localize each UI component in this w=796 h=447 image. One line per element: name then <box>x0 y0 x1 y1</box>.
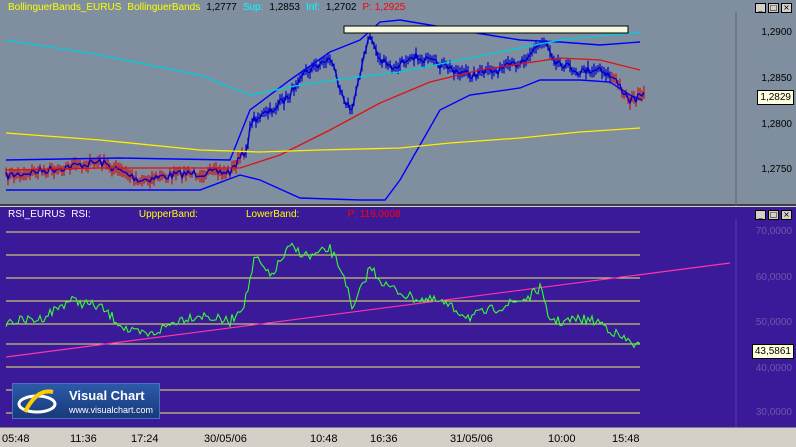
bollinger-upper-band <box>5 19 641 161</box>
rsi-y-tick: 40,0000 <box>755 363 792 374</box>
time-tick: 05:48 <box>2 433 30 445</box>
price-y-tick: 1,2800 <box>761 119 792 130</box>
price-y-axis: 1,2900 1,2850 1,2800 1,2750 1,2829 <box>736 0 796 204</box>
current-price-label: 1,2829 <box>757 90 794 105</box>
time-tick: 10:48 <box>310 433 338 445</box>
rsi-legend-item: UppperBand: <box>138 209 198 220</box>
rsi-legend-item: 30,0000 <box>305 209 342 220</box>
time-tick: 31/05/06 <box>450 433 493 445</box>
price-legend-item: 1,2702 <box>325 2 357 13</box>
time-tick: 10:00 <box>548 433 576 445</box>
high-range-marker <box>343 25 629 34</box>
time-tick: 16:36 <box>370 433 398 445</box>
rsi-legend-item: LowerBand: <box>245 209 300 220</box>
rsi-legend-item: RSI: <box>71 209 91 220</box>
time-tick: 15:48 <box>612 433 640 445</box>
current-rsi-label: 43,5861 <box>751 344 794 359</box>
price-series-line <box>5 34 645 184</box>
time-tick: 17:24 <box>131 433 159 445</box>
time-tick: 30/05/06 <box>204 433 247 445</box>
chart-window: BollinguerBands_EURUS BollinguerBands 1,27… <box>0 0 796 447</box>
rsi-y-tick: 30,0000 <box>755 407 792 418</box>
moving-average-yellow <box>5 127 641 153</box>
rsi-y-tick: 70,0000 <box>755 226 792 237</box>
rsi-legend-item: RSI_EURUS <box>8 209 66 220</box>
rsi-y-axis: 70,0000 60,0000 50,0000 40,0000 30,0000 … <box>736 207 796 427</box>
time-tick: 11:36 <box>70 433 97 445</box>
price-legend: BollinguerBands_EURUS BollinguerBands 1,27… <box>8 2 411 14</box>
price-pane[interactable]: BollinguerBands_EURUS BollinguerBands 1,27… <box>0 0 796 206</box>
rsi-y-tick: 60,0000 <box>755 272 792 283</box>
price-legend-item: 1,2777 <box>206 2 237 13</box>
rsi-legend-item: 70,0000 <box>203 209 240 220</box>
visual-chart-logo-icon <box>17 389 57 414</box>
rsi-legend-item: 50,0273 <box>96 209 133 220</box>
price-chart <box>5 12 737 206</box>
time-axis: 05:48 11:36 17:24 30/05/06 10:48 16:36 3… <box>0 427 796 447</box>
price-legend-item: 1,2853 <box>269 2 300 13</box>
price-legend-item: Sup: <box>242 2 264 13</box>
price-y-tick: 1,2900 <box>761 27 792 38</box>
price-legend-item: P: 1,2925 <box>362 2 406 13</box>
price-legend-item: Inf: <box>306 2 320 13</box>
rsi-legend-item: P: 119,0608 <box>347 209 401 220</box>
rsi-y-tick: 50,0000 <box>755 317 792 328</box>
moving-average-red <box>5 57 641 171</box>
rsi-trend-line <box>5 262 731 358</box>
price-legend-item: BollinguerBands_EURUS <box>8 2 122 13</box>
rsi-legend: RSI_EURUS RSI: 50,0273 UppperBand: 70,0000 Lo… <box>8 209 407 221</box>
rsi-line <box>5 242 641 349</box>
price-legend-item: BollinguerBands <box>127 2 201 13</box>
logo-name: Visual Chart <box>69 388 145 403</box>
visual-chart-logo: Visual Chart www.visualchart.com <box>12 383 160 419</box>
logo-url: www.visualchart.com <box>69 405 154 415</box>
price-y-tick: 1,2850 <box>761 73 792 84</box>
price-y-tick: 1,2750 <box>761 164 792 175</box>
